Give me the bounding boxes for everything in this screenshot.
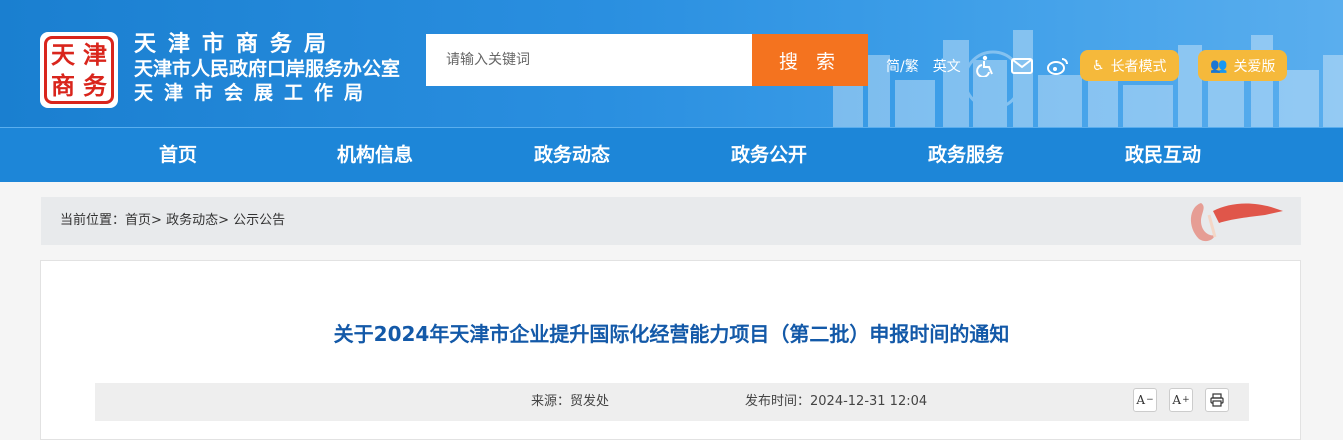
- breadcrumb-government-news[interactable]: 政务动态: [166, 213, 218, 228]
- font-increase-button[interactable]: A +: [1169, 388, 1193, 412]
- logo-seal-emblem: 天 津 商 务: [44, 36, 114, 104]
- header-toolbar: 简/繁 英文: [886, 50, 1083, 82]
- accessibility-icon[interactable]: [975, 55, 997, 77]
- breadcrumb-prefix: 当前位置：: [60, 213, 126, 228]
- article-title: 关于2024年天津市企业提升国际化经营能力项目（第二批）申报时间的通知: [333, 322, 1010, 346]
- article-source: 来源：贸发处: [531, 394, 610, 409]
- nav-item-government-services[interactable]: 政务服务: [906, 128, 1026, 182]
- weibo-icon[interactable]: [1046, 55, 1069, 77]
- mail-icon[interactable]: [1010, 55, 1033, 77]
- breadcrumb-home[interactable]: 首页: [125, 213, 151, 228]
- care-version-icon: 👥: [1210, 57, 1228, 74]
- breadcrumb-announcements[interactable]: 公示公告: [233, 213, 285, 228]
- elder-mode-icon: ♿: [1092, 57, 1105, 74]
- search-input[interactable]: [426, 34, 752, 86]
- nav-item-government-disclosure[interactable]: 政务公开: [709, 128, 829, 182]
- breadcrumb-bar: 当前位置：首页> 政务动态> 公示公告: [41, 197, 1301, 245]
- print-button[interactable]: [1205, 388, 1229, 412]
- site-logo[interactable]: 天 津 商 务: [40, 32, 118, 108]
- organization-names: 天津市商务局 天津市人民政府口岸服务办公室 天津市会展工作局: [134, 33, 400, 105]
- article-publish-time: 发布时间：2024-12-31 12:04: [745, 394, 928, 409]
- org-name-commerce-bureau: 天津市商务局: [134, 32, 339, 57]
- print-icon: [1210, 393, 1224, 407]
- elder-mode-button[interactable]: ♿ 长者模式: [1080, 50, 1179, 81]
- article-meta-bar: 来源：贸发处 发布时间：2024-12-31 12:04 A − A +: [95, 383, 1249, 421]
- lang-english-link[interactable]: 英文: [933, 56, 961, 76]
- nav-item-home[interactable]: 首页: [118, 128, 238, 182]
- care-version-button[interactable]: 👥 关爱版: [1198, 50, 1288, 81]
- site-header: 天 津 商 务 天津市商务局 天津市人民政府口岸服务办公室 天津市会展工作局 搜…: [0, 0, 1343, 127]
- nav-item-organization-info[interactable]: 机构信息: [315, 128, 435, 182]
- breadcrumb: 当前位置：首页> 政务动态> 公示公告: [60, 213, 286, 228]
- org-name-port-office: 天津市人民政府口岸服务办公室: [134, 58, 401, 80]
- ribbon-decoration-icon: [1190, 203, 1283, 242]
- search-button[interactable]: 搜 索: [752, 34, 868, 86]
- lang-simplified-traditional-link[interactable]: 简/繁: [886, 56, 919, 76]
- main-navigation: 首页 机构信息 政务动态 政务公开 政务服务 政民互动: [0, 127, 1343, 182]
- nav-item-government-news[interactable]: 政务动态: [512, 128, 632, 182]
- nav-item-public-interaction[interactable]: 政民互动: [1103, 128, 1223, 182]
- org-name-exhibition-bureau: 天津市会展工作局: [134, 82, 375, 104]
- font-decrease-button[interactable]: A −: [1133, 388, 1157, 412]
- article-panel: 关于2024年天津市企业提升国际化经营能力项目（第二批）申报时间的通知 来源：贸…: [40, 260, 1301, 440]
